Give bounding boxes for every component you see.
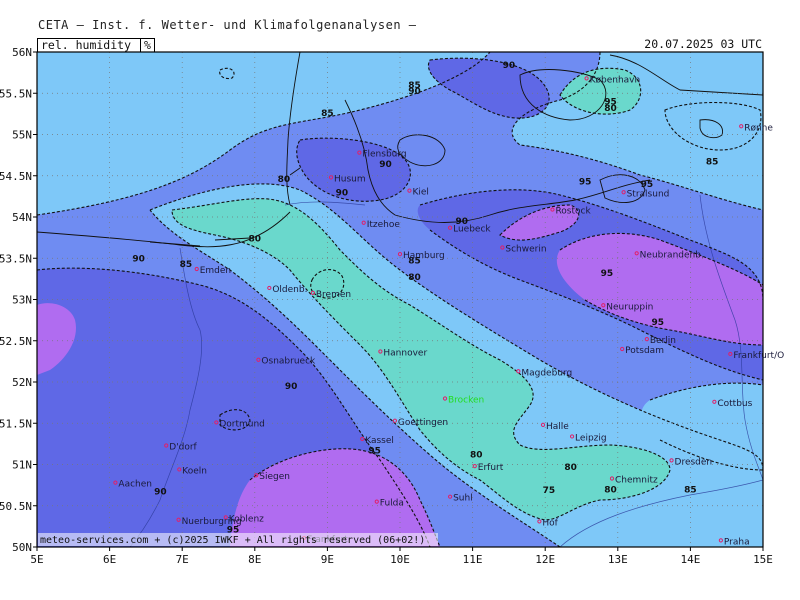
city-label: Kiel xyxy=(412,188,428,198)
contour-value-label: 85 xyxy=(684,485,697,495)
city-label: Husum xyxy=(334,174,366,184)
lat-tick-label: 56N xyxy=(12,46,32,59)
city-label: Stralsund xyxy=(627,189,670,199)
lon-tick-label: 5E xyxy=(30,553,43,566)
city-label: Luebeck xyxy=(453,225,491,235)
city-label: Halle xyxy=(546,422,569,432)
lon-tick-label: 11E xyxy=(463,553,483,566)
lon-tick-label: 15E xyxy=(753,553,773,566)
lon-tick-label: 12E xyxy=(535,553,555,566)
contour-value-label: 85 xyxy=(321,109,334,119)
contour-value-label: 90 xyxy=(132,254,145,264)
city-label: Suhl xyxy=(453,494,473,504)
city-label: Rostock xyxy=(555,207,591,217)
contour-value-label: 80 xyxy=(470,451,483,461)
lon-tick-label: 7E xyxy=(176,553,189,566)
city-label: Rønne xyxy=(744,123,773,133)
longitude-labels: 5E 6E 7E 8E 9E 10E 11E 12E 13E 14E 15E xyxy=(30,547,773,566)
city-label: Hannover xyxy=(383,348,427,358)
contour-value-label: 95 xyxy=(579,178,592,188)
city-label: Flensburg xyxy=(362,150,406,160)
city-label: Chemnitz xyxy=(615,476,658,486)
city-label: Frankfurt/O xyxy=(733,351,784,361)
city-label: Kassel xyxy=(365,436,394,446)
contour-value-label: 90 xyxy=(408,87,421,97)
contour-value-label: 75 xyxy=(543,486,556,496)
lat-tick-label: 53N xyxy=(12,294,32,307)
contour-value-label: 80 xyxy=(408,273,421,283)
city-label: Erfurt xyxy=(478,463,504,473)
city-label: Cottbus xyxy=(717,399,752,409)
city-label: København xyxy=(590,75,641,85)
contour-value-label: 90 xyxy=(285,382,298,392)
contour-value-label: 95 xyxy=(651,318,664,328)
city-label: Siegen xyxy=(259,472,290,482)
city-label: Neuruppin xyxy=(606,302,653,312)
city-label: Aachen xyxy=(118,480,152,490)
lon-tick-label: 13E xyxy=(608,553,628,566)
contour-value-label: 80 xyxy=(604,104,617,114)
lon-tick-label: 8E xyxy=(248,553,261,566)
humidity-map: 56N 55.5N 55N 54.5N 54N 53.5N 53N 52.5N 52N 51.5N… xyxy=(0,46,784,566)
lat-tick-label: 54N xyxy=(12,211,32,224)
city-label: Emden xyxy=(200,266,231,276)
contour-value-label: 80 xyxy=(278,175,291,185)
city-label: Potsdam xyxy=(625,346,664,356)
city-label: Goettingen xyxy=(398,418,448,428)
city-label: Leipzig xyxy=(575,433,607,443)
lon-tick-label: 14E xyxy=(680,553,700,566)
city-label: Dortmund xyxy=(219,419,265,429)
city-label: Koeln xyxy=(182,466,207,476)
lon-tick-label: 9E xyxy=(321,553,334,566)
city-label: Osnabrueck xyxy=(261,357,316,367)
city-label: Hof xyxy=(542,518,558,528)
city-label: Oldenb. xyxy=(272,285,307,295)
city-label: Fulda xyxy=(380,499,404,509)
city-label: Koblenz xyxy=(229,514,264,524)
lat-tick-label: 51N xyxy=(12,459,32,472)
lat-tick-label: 52N xyxy=(12,376,32,389)
city-label: Magdeburg xyxy=(521,368,572,378)
contour-value-label: 95 xyxy=(601,269,614,279)
lat-tick-label: 53.5N xyxy=(0,252,32,265)
contour-value-label: 80 xyxy=(604,485,617,495)
city-label: Bremen xyxy=(316,290,351,300)
lat-tick-label: 50.5N xyxy=(0,500,32,513)
city-label: Schwerin xyxy=(505,245,546,255)
copyright-footer: meteo-services.com + (c)2025 IWKF + All … xyxy=(40,535,425,546)
lat-tick-label: 51.5N xyxy=(0,417,32,430)
city-label: Hamburg xyxy=(403,251,445,261)
city-label: Neubrandenb. xyxy=(640,250,704,260)
lat-tick-label: 54.5N xyxy=(0,170,32,183)
lat-tick-label: 55N xyxy=(12,129,32,142)
contour-value-label: 95 xyxy=(368,446,381,456)
contour-value-label: 90 xyxy=(336,188,349,198)
lon-tick-label: 6E xyxy=(103,553,116,566)
city-label: D'dorf xyxy=(169,443,197,453)
contour-value-label: 90 xyxy=(379,160,392,170)
lon-tick-label: 10E xyxy=(390,553,410,566)
city-label: Brocken xyxy=(448,396,484,406)
latitude-labels: 56N 55.5N 55N 54.5N 54N 53.5N 53N 52.5N 52N 51.5N… xyxy=(0,46,37,554)
contour-value-label: 90 xyxy=(503,61,516,71)
contour-value-label: 85 xyxy=(180,260,193,270)
lat-tick-label: 50N xyxy=(12,541,32,554)
contour-value-label: 80 xyxy=(249,234,262,244)
city-label: Itzehoe xyxy=(367,220,401,230)
city-label: Praha xyxy=(724,537,750,547)
lat-tick-label: 52.5N xyxy=(0,335,32,348)
lat-tick-label: 55.5N xyxy=(0,87,32,100)
city-label: Berlin xyxy=(650,336,676,346)
contour-value-label: 85 xyxy=(706,158,719,168)
contour-value-label: 90 xyxy=(154,488,167,498)
contour-value-label: 80 xyxy=(564,463,577,473)
city-label: Dresden xyxy=(675,457,713,467)
